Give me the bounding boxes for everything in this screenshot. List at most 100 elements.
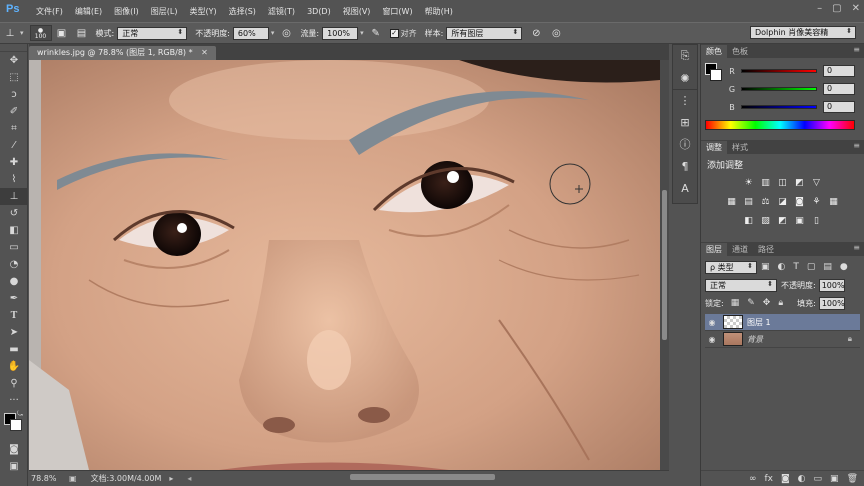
new-adjustment-icon[interactable]: ◐ bbox=[798, 474, 806, 484]
layer-style-icon[interactable]: fx bbox=[764, 474, 773, 484]
blue-slider[interactable]: B 0 bbox=[723, 98, 855, 116]
character-panel-icon[interactable]: A bbox=[673, 177, 697, 199]
status-menu-arrow-icon[interactable]: ▸ bbox=[169, 474, 173, 483]
ignore-adjustment-layers-icon[interactable]: ⊘ bbox=[528, 25, 544, 41]
brightness-icon[interactable]: ☀ bbox=[743, 177, 754, 188]
menu-edit[interactable]: 编辑(E) bbox=[69, 6, 108, 17]
levels-icon[interactable]: ▥ bbox=[760, 177, 771, 188]
green-value[interactable]: 0 bbox=[823, 83, 855, 95]
document-tab[interactable]: wrinkles.jpg @ 78.8% (图层 1, RGB/8) * ✕ bbox=[29, 46, 216, 60]
vertical-scroll-thumb[interactable] bbox=[662, 190, 667, 340]
gradient-map-2-icon[interactable]: ▯ bbox=[811, 215, 822, 226]
clone-source-panel-icon[interactable]: ⊞ bbox=[673, 111, 697, 133]
layer-filter-dropdown[interactable]: ρ 类型 ⬍ bbox=[705, 260, 757, 274]
eraser-tool-icon[interactable]: ◧ bbox=[0, 222, 28, 239]
eyedropper-tool-icon[interactable]: ⁄ bbox=[0, 137, 28, 154]
close-button[interactable]: ✕ bbox=[852, 3, 860, 14]
dodge-tool-icon[interactable]: ● bbox=[0, 273, 28, 290]
menu-file[interactable]: 文件(F) bbox=[30, 6, 69, 17]
photo-filter-icon[interactable]: ◙ bbox=[794, 196, 805, 207]
marquee-tool-icon[interactable]: ⬚ bbox=[0, 69, 28, 86]
menu-window[interactable]: 窗口(W) bbox=[376, 6, 418, 17]
clone-stamp-tool-icon[interactable]: ⊥ bbox=[0, 188, 28, 205]
green-track[interactable] bbox=[741, 87, 817, 91]
tab-styles[interactable]: 样式 bbox=[727, 141, 753, 154]
tab-layers[interactable]: 图层 bbox=[701, 243, 727, 256]
color-panel-menu-icon[interactable]: ≡ bbox=[853, 45, 860, 54]
lock-pixels-icon[interactable]: ✎ bbox=[747, 298, 755, 308]
history-panel-icon[interactable]: ⎘ bbox=[673, 45, 697, 67]
swap-colors-icon[interactable]: ⤿ bbox=[17, 410, 23, 419]
menu-filter[interactable]: 滤镜(T) bbox=[262, 6, 301, 17]
selective-color-icon[interactable]: ▣ bbox=[794, 215, 805, 226]
gradient-map-icon[interactable]: ▽ bbox=[811, 177, 822, 188]
sample-dropdown[interactable]: 所有图层 ⬍ bbox=[446, 26, 523, 40]
tab-color[interactable]: 颜色 bbox=[701, 45, 727, 58]
lasso-tool-icon[interactable]: ↄ bbox=[0, 86, 28, 103]
menu-image[interactable]: 图像(I) bbox=[108, 6, 145, 17]
exposure-icon[interactable]: ◩ bbox=[794, 177, 805, 188]
blend-mode-dropdown[interactable]: 正常 ⬍ bbox=[705, 278, 777, 292]
visibility-eye-icon[interactable]: ◉ bbox=[705, 335, 719, 344]
quick-mask-icon[interactable]: ◙ bbox=[0, 441, 28, 458]
crop-tool-icon[interactable]: ⌗ bbox=[0, 120, 28, 137]
filter-pixel-icon[interactable]: ▣ bbox=[761, 262, 770, 272]
tool-preset-arrow-icon[interactable]: ▾ bbox=[20, 29, 24, 37]
close-tab-icon[interactable]: ✕ bbox=[201, 48, 208, 57]
shape-tool-icon[interactable]: ▬ bbox=[0, 341, 28, 358]
color-spectrum-ramp[interactable] bbox=[705, 120, 855, 130]
align-checkbox[interactable]: ✓ 对齐 bbox=[389, 28, 417, 39]
invert-icon[interactable]: ◧ bbox=[743, 215, 754, 226]
history-brush-tool-icon[interactable]: ↺ bbox=[0, 205, 28, 222]
layer-name[interactable]: 背景 bbox=[747, 334, 763, 345]
channel-mixer-icon[interactable]: ⚘ bbox=[811, 196, 822, 207]
zoom-tool-icon[interactable]: ⚲ bbox=[0, 375, 28, 392]
healing-brush-tool-icon[interactable]: ✚ bbox=[0, 154, 28, 171]
opacity-arrow-icon[interactable]: ▾ bbox=[271, 29, 275, 37]
background-color-swatch[interactable] bbox=[10, 419, 22, 431]
minimize-button[interactable]: – bbox=[817, 3, 822, 14]
color-lookup-icon[interactable]: ▦ bbox=[828, 196, 839, 207]
gradient-tool-icon[interactable]: ▭ bbox=[0, 239, 28, 256]
actions-panel-icon[interactable]: ✺ bbox=[673, 67, 697, 89]
filter-smart-icon[interactable]: ▤ bbox=[823, 262, 832, 272]
layer-mask-icon[interactable]: ◙ bbox=[781, 474, 790, 484]
flow-arrow-icon[interactable]: ▾ bbox=[360, 29, 364, 37]
paragraph-panel-icon[interactable]: ¶ bbox=[673, 155, 697, 177]
tab-paths[interactable]: 路径 bbox=[753, 243, 779, 256]
export-icon[interactable]: ▣ bbox=[69, 474, 77, 483]
flow-input[interactable]: 100% bbox=[322, 26, 359, 40]
bg-color-chip[interactable] bbox=[710, 69, 722, 81]
pressure-opacity-icon[interactable]: ◎ bbox=[278, 25, 294, 41]
hand-tool-icon[interactable]: ✋ bbox=[0, 358, 28, 375]
layer-name[interactable]: 图层 1 bbox=[747, 317, 771, 328]
menu-view[interactable]: 视图(V) bbox=[337, 6, 377, 17]
new-group-icon[interactable]: ▭ bbox=[814, 474, 823, 484]
blur-tool-icon[interactable]: ◔ bbox=[0, 256, 28, 273]
fill-input[interactable]: 100% bbox=[818, 296, 845, 310]
horizontal-scroll-thumb[interactable] bbox=[350, 474, 495, 480]
vibrance-icon[interactable]: ▦ bbox=[726, 196, 737, 207]
hue-saturation-icon[interactable]: ▤ bbox=[743, 196, 754, 207]
color-balance-icon[interactable]: ⚖ bbox=[760, 196, 771, 207]
menu-3d[interactable]: 3D(D) bbox=[301, 7, 337, 16]
toggle-clone-source-icon[interactable]: ▤ bbox=[74, 25, 90, 41]
layer-row-background[interactable]: ◉ 背景 🔒︎ bbox=[705, 331, 860, 348]
image-canvas[interactable] bbox=[29, 60, 660, 470]
more-tools-icon[interactable]: ··· bbox=[0, 392, 28, 409]
scroll-left-arrow-icon[interactable]: ◂ bbox=[187, 474, 191, 483]
tools-grip[interactable] bbox=[0, 44, 27, 52]
filter-adjust-icon[interactable]: ◐ bbox=[778, 262, 786, 272]
zoom-level[interactable]: 78.8% bbox=[31, 474, 63, 483]
filter-type-icon[interactable]: T bbox=[793, 262, 799, 272]
menu-type[interactable]: 类型(Y) bbox=[183, 6, 222, 17]
mode-dropdown[interactable]: 正常 ⬍ bbox=[117, 26, 188, 40]
pen-tool-icon[interactable]: ✒ bbox=[0, 290, 28, 307]
move-tool-icon[interactable]: ✥ bbox=[0, 52, 28, 69]
layer-opacity-input[interactable]: 100% bbox=[818, 278, 845, 292]
filter-shape-icon[interactable]: ▢ bbox=[807, 262, 816, 272]
path-select-tool-icon[interactable]: ➤ bbox=[0, 324, 28, 341]
opacity-input[interactable]: 60% bbox=[232, 26, 269, 40]
toggle-brush-panel-icon[interactable]: ▣ bbox=[54, 25, 70, 41]
menu-help[interactable]: 帮助(H) bbox=[419, 6, 459, 17]
